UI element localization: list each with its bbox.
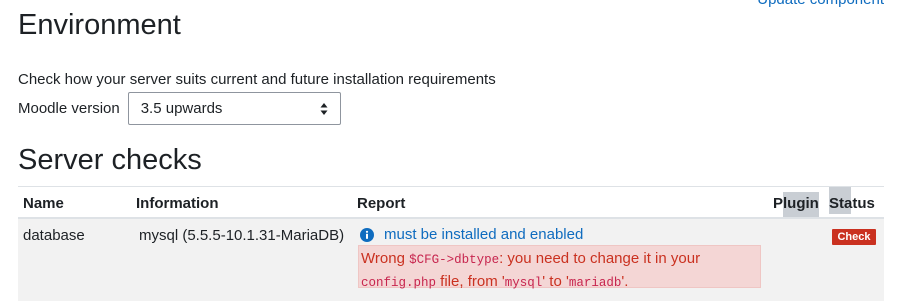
alert-text-2: : you need to change it in your: [499, 250, 701, 267]
environment-page: Update component Environment Check how y…: [0, 0, 914, 301]
report-link[interactable]: must be installed and enabled: [360, 226, 583, 243]
row-information: mysql (5.5.5-10.1.31-MariaDB): [139, 227, 345, 244]
table-row: database mysql (5.5.5-10.1.31-MariaDB) m…: [18, 219, 884, 301]
alert-text-1: Wrong: [361, 250, 410, 267]
server-checks-table: Name Information Report Plugin Status da…: [18, 186, 884, 301]
column-header-plugin[interactable]: Plugin: [773, 195, 819, 212]
version-selected-value: 3.5 upwards: [140, 100, 223, 117]
alert-code-cfg-dbtype: $CFG->dbtype: [409, 253, 500, 267]
dbtype-warning-alert: Wrong $CFG->dbtype: you need to change i…: [358, 245, 761, 290]
alert-code-mysql: mysql: [504, 276, 543, 290]
version-label: Moodle version: [18, 100, 120, 117]
intro-text: Check how your server suits current and …: [18, 71, 496, 88]
column-header-name[interactable]: Name: [23, 195, 64, 212]
version-row: Moodle version 3.5 upwards: [18, 91, 341, 126]
page-title: Environment: [18, 9, 181, 41]
row-name: database: [23, 227, 85, 244]
alert-text-4: ' to ': [542, 273, 569, 290]
column-header-report[interactable]: Report: [357, 195, 405, 212]
update-component-link[interactable]: Update component: [757, 0, 884, 8]
status-badge: Check: [832, 229, 876, 245]
table-header: Name Information Report Plugin Status: [18, 186, 884, 219]
column-header-status[interactable]: Status: [829, 195, 875, 212]
report-link-text: must be installed and enabled: [384, 226, 584, 243]
alert-text-3: file, from ': [436, 273, 505, 290]
column-header-information[interactable]: Information: [136, 195, 219, 212]
alert-code-config-php: config.php: [361, 276, 437, 290]
version-select[interactable]: 3.5 upwards: [127, 92, 341, 125]
info-icon: [360, 228, 374, 242]
alert-code-mariadb: mariadb: [568, 276, 622, 290]
section-title: Server checks: [18, 144, 202, 176]
select-arrows-icon: [320, 103, 328, 115]
alert-text-5: '.: [621, 273, 629, 290]
